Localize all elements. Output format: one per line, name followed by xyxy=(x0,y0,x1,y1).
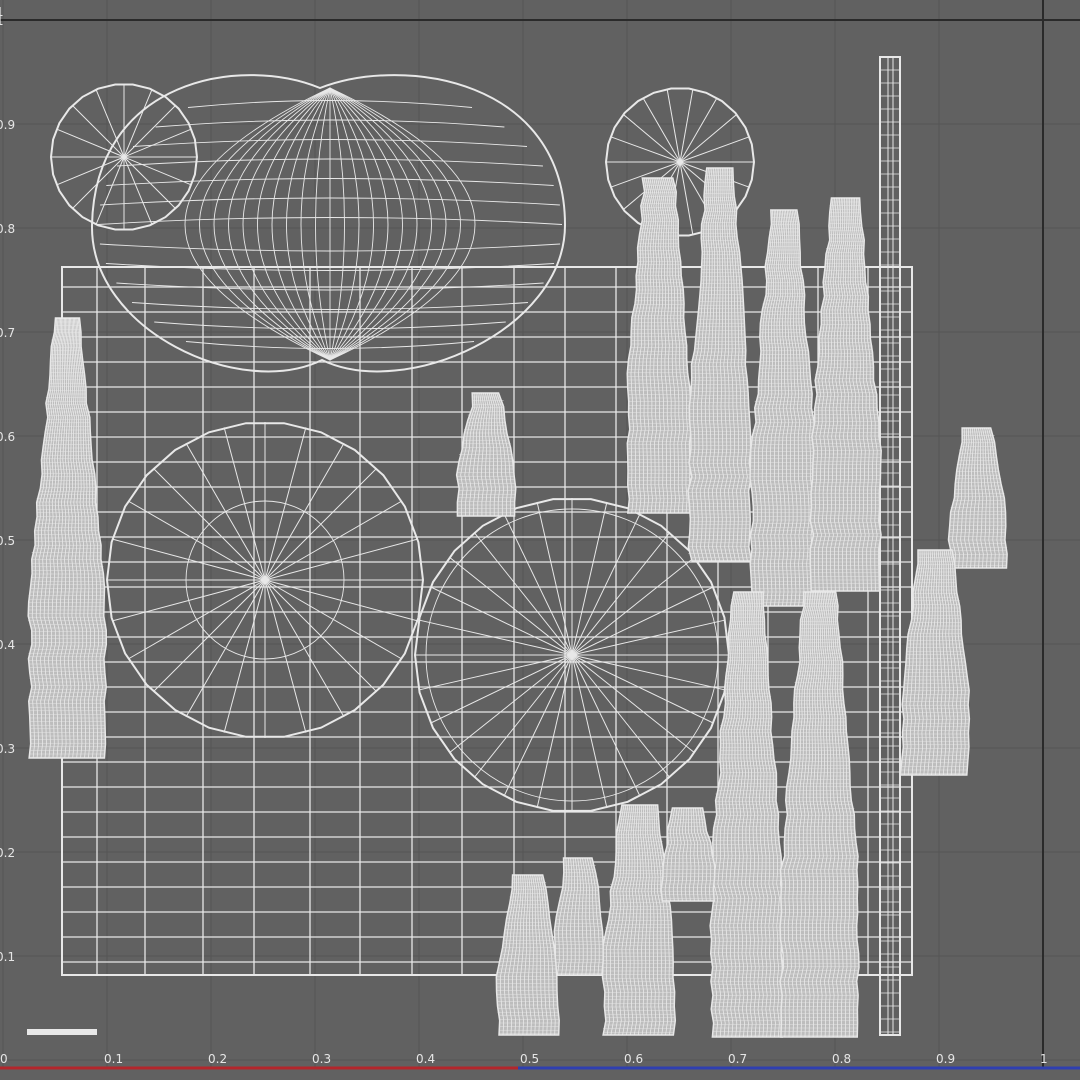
u-tick-label: 0.9 xyxy=(936,1052,955,1066)
column-shell-group[interactable] xyxy=(749,209,818,607)
v-tick-label: 0.5 xyxy=(0,534,15,548)
u-tick-label: 0 xyxy=(0,1052,8,1066)
column-shell-group[interactable] xyxy=(687,167,753,562)
column-shell-group[interactable] xyxy=(552,857,604,976)
v-tick-label: 0.1 xyxy=(0,950,15,964)
u-tick-label: 0.2 xyxy=(208,1052,227,1066)
v-tick-label: 0.6 xyxy=(0,430,15,444)
v-tick-label: 0.2 xyxy=(0,846,15,860)
v-tick-label: 0.8 xyxy=(0,222,15,236)
column-shell-group[interactable] xyxy=(601,804,677,1036)
v-tick-label-top: 1 xyxy=(0,5,4,19)
u-tick-label: 0.8 xyxy=(832,1052,851,1066)
uv-canvas[interactable]: 0 0.1 0.2 0.3 0.4 0.5 0.6 0.7 0.8 0.9 1 0.1 0.2 0.3 0.… xyxy=(0,0,1080,1080)
v-tick-label: 0.3 xyxy=(0,742,15,756)
column-shell-group[interactable] xyxy=(495,874,560,1036)
u-tick-label: 0.6 xyxy=(624,1052,643,1066)
thin-strip-shell[interactable] xyxy=(879,56,901,1036)
large-disc-shell-left[interactable] xyxy=(105,422,425,738)
large-disc-shell-center[interactable] xyxy=(413,498,731,812)
v-tick-label: 0.4 xyxy=(0,638,15,652)
column-shell-group[interactable] xyxy=(899,549,971,776)
u-tick-label: 0.5 xyxy=(520,1052,539,1066)
u-tick-label: 0.1 xyxy=(104,1052,123,1066)
v-tick-label: 0.9 xyxy=(0,118,15,132)
column-shell-group[interactable] xyxy=(709,591,785,1038)
u-tick-label: 0.7 xyxy=(728,1052,747,1066)
u-tick-label: 0.4 xyxy=(416,1052,435,1066)
v-tick-label: 0.7 xyxy=(0,326,15,340)
tall-column-shell[interactable] xyxy=(27,317,108,759)
u-tick-label: 0.3 xyxy=(312,1052,331,1066)
scale-bar xyxy=(27,1029,97,1035)
column-shell-group[interactable] xyxy=(779,591,860,1038)
column-shell-group[interactable] xyxy=(809,197,882,592)
column-shell-group[interactable] xyxy=(947,427,1008,569)
u-tick-label: 1 xyxy=(1040,1052,1048,1066)
wrapped-sphere-shell[interactable] xyxy=(90,74,567,373)
uv-shells[interactable] xyxy=(27,56,1008,1038)
uv-editor-viewport[interactable]: 0 0.1 0.2 0.3 0.4 0.5 0.6 0.7 0.8 0.9 1 0.1 0.2 0.3 0.… xyxy=(0,0,1080,1080)
column-shell-group[interactable] xyxy=(660,807,716,902)
small-disc-shell-left[interactable] xyxy=(49,83,199,231)
